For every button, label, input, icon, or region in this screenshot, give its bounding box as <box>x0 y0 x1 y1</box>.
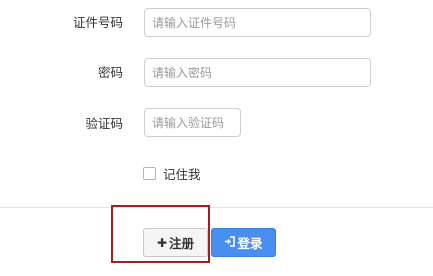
sign-in-icon <box>224 236 236 249</box>
id-number-input[interactable] <box>144 8 371 37</box>
form-footer-divider <box>0 207 433 208</box>
remember-me-label: 记住我 <box>163 166 201 182</box>
remember-me-checkbox[interactable] <box>143 166 156 180</box>
captcha-label: 验证码 <box>85 116 123 131</box>
remember-me[interactable]: 记住我 <box>143 165 201 182</box>
register-highlight-box <box>111 205 210 263</box>
login-button-label: 登录 <box>237 236 263 251</box>
password-input[interactable] <box>144 58 371 87</box>
id-number-label: 证件号码 <box>72 15 123 30</box>
captcha-input[interactable] <box>144 108 241 137</box>
password-label: 密码 <box>97 65 123 80</box>
login-button[interactable]: 登录 <box>211 228 276 257</box>
